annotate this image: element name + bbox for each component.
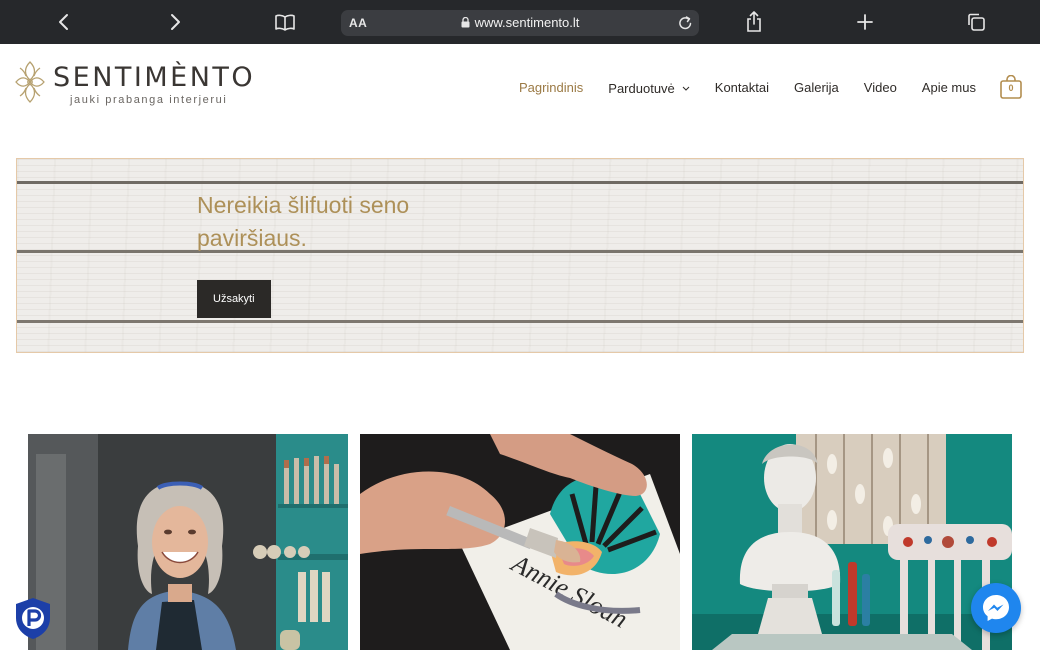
forward-icon[interactable] bbox=[161, 8, 189, 36]
nav-item-apie-mus[interactable]: Apie mus bbox=[922, 80, 976, 95]
painted-bust-and-chair-photo bbox=[692, 434, 1012, 650]
nav-item-pagrindinis[interactable]: Pagrindinis bbox=[519, 80, 583, 95]
order-button[interactable]: Užsakyti bbox=[197, 280, 271, 318]
reload-icon[interactable] bbox=[678, 15, 693, 36]
browser-toolbar: AA www.sentimento.lt bbox=[0, 0, 1040, 44]
address-bar[interactable]: AA www.sentimento.lt bbox=[341, 10, 699, 36]
shield-icon bbox=[16, 598, 50, 639]
url-text: www.sentimento.lt bbox=[474, 15, 580, 30]
flower-logo-icon bbox=[14, 58, 46, 111]
lock-icon bbox=[461, 16, 470, 31]
cart-button[interactable]: 0 bbox=[1000, 74, 1022, 99]
woman-with-paintbrushes-photo bbox=[28, 434, 348, 650]
share-icon[interactable] bbox=[740, 8, 768, 36]
tabs-overview-icon[interactable] bbox=[962, 8, 990, 36]
site-header: SENTIMÈNTO jauki prabanga interjerui Pag… bbox=[0, 44, 1040, 124]
hero-banner: Nereikia šlifuoti seno paviršiaus. Užsak… bbox=[16, 158, 1024, 353]
bookmarks-icon[interactable] bbox=[271, 8, 299, 36]
nav-item-kontaktai[interactable]: Kontaktai bbox=[715, 80, 769, 95]
nav-item-parduotuve-label: Parduotuvė bbox=[608, 80, 675, 96]
main-nav: Pagrindinis Parduotuvė Kontaktai Galerij… bbox=[494, 74, 1022, 99]
logo-name: SENTIMÈNTO bbox=[53, 62, 256, 93]
logo-tagline: jauki prabanga interjerui bbox=[70, 94, 228, 106]
messenger-icon bbox=[983, 595, 1009, 621]
hands-painting-stencil-photo: Annie Sloan bbox=[360, 434, 680, 650]
privacy-shield-button[interactable] bbox=[12, 596, 54, 640]
new-tab-icon[interactable] bbox=[851, 8, 879, 36]
hero-title: Nereikia šlifuoti seno paviršiaus. bbox=[197, 192, 410, 251]
nav-item-galerija[interactable]: Galerija bbox=[794, 80, 839, 95]
tile-bust-chair[interactable] bbox=[692, 434, 1012, 650]
messenger-chat-button[interactable] bbox=[971, 583, 1021, 633]
cart-count: 0 bbox=[1008, 83, 1014, 93]
tile-hands-stencil[interactable]: Annie Sloan bbox=[360, 434, 680, 650]
tile-woman-paintbrushes[interactable] bbox=[28, 434, 348, 650]
nav-item-video[interactable]: Video bbox=[864, 80, 897, 95]
site-logo[interactable]: SENTIMÈNTO jauki prabanga interjerui bbox=[14, 58, 254, 110]
chevron-down-icon bbox=[682, 79, 690, 94]
back-icon[interactable] bbox=[50, 8, 78, 36]
nav-item-parduotuve[interactable]: Parduotuvė bbox=[608, 79, 690, 96]
